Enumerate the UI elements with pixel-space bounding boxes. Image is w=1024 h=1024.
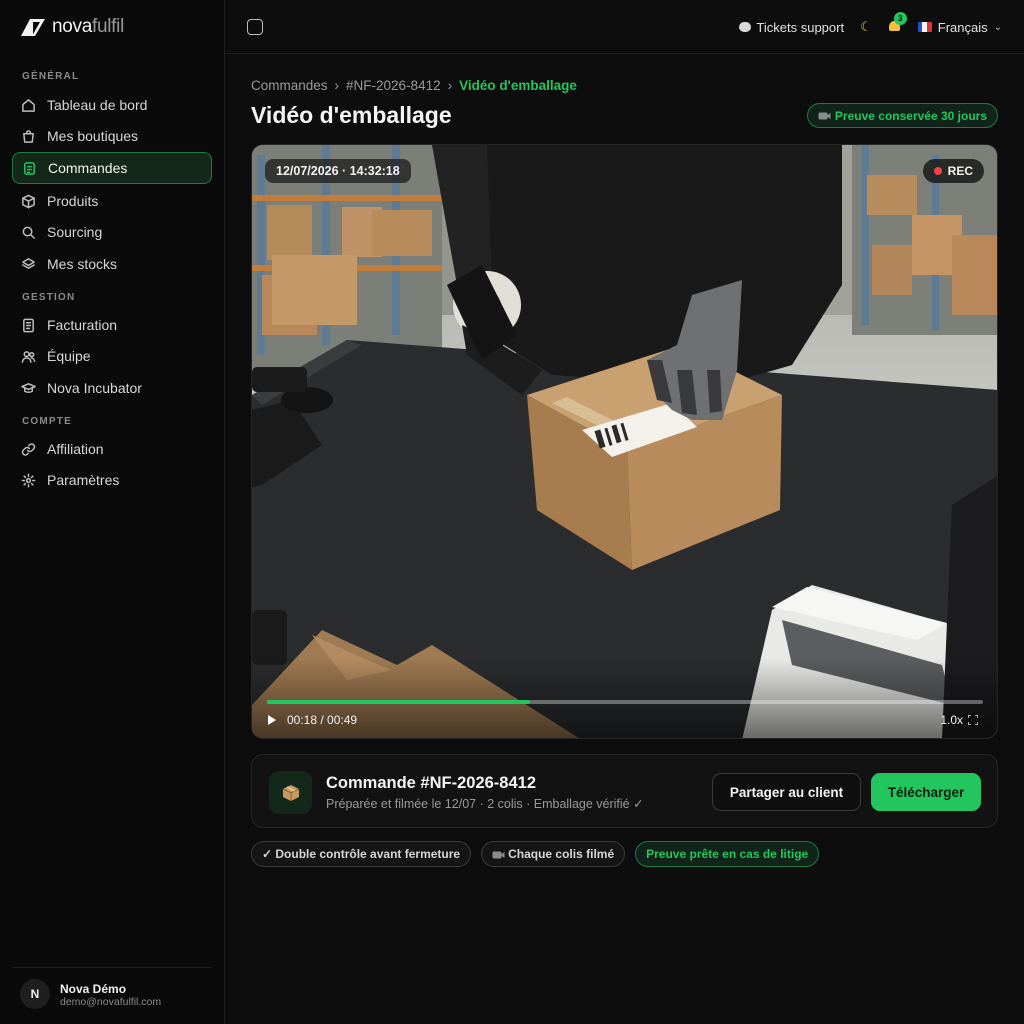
recording-indicator: REC bbox=[922, 159, 984, 183]
cube-icon bbox=[22, 194, 35, 208]
language-selector[interactable]: Français ⌄ bbox=[917, 19, 1002, 35]
clipboard-icon bbox=[24, 161, 35, 175]
logo-icon bbox=[21, 19, 45, 36]
gear-icon bbox=[21, 473, 36, 487]
layers-icon bbox=[22, 257, 35, 269]
record-dot-icon bbox=[933, 167, 942, 175]
packing-video-player[interactable]: 12/07/2026 · 14:32:18 REC 00:18 / 00:49 … bbox=[251, 144, 998, 739]
section-label-gestion: GESTION bbox=[22, 292, 76, 303]
chevron-down-icon: ⌄ bbox=[993, 21, 1002, 33]
breadcrumb-orders[interactable]: Commandes bbox=[251, 78, 328, 93]
video-progress-fill bbox=[267, 700, 530, 704]
breadcrumb-current: Vidéo d'emballage bbox=[459, 78, 577, 93]
proof-retention-label: Preuve conservée 30 jours bbox=[834, 108, 987, 123]
sidebar-item-label: Sourcing bbox=[47, 224, 103, 240]
french-flag-icon bbox=[917, 22, 932, 32]
home-icon bbox=[22, 98, 35, 112]
sidebar-item-stocks[interactable]: Mes stocks bbox=[12, 248, 212, 280]
sidebar-item-products[interactable]: Produits bbox=[12, 185, 212, 217]
video-timestamp: 12/07/2026 · 14:32:18 bbox=[265, 159, 411, 183]
sidebar-item-incubator[interactable]: Nova Incubator bbox=[12, 372, 212, 404]
user-name: Nova Démo bbox=[60, 982, 127, 996]
playback-speed[interactable]: 1.0x bbox=[940, 713, 963, 727]
graduation-cap-icon bbox=[21, 382, 36, 393]
sidebar-item-orders[interactable]: Commandes bbox=[12, 152, 212, 184]
sidebar-item-label: Produits bbox=[47, 193, 99, 209]
language-label: Français bbox=[937, 19, 988, 35]
topbar-actions: Tickets support ☾ 3 Français ⌄ bbox=[739, 0, 1002, 54]
sidebar-item-sourcing[interactable]: Sourcing bbox=[12, 216, 212, 248]
sidebar-item-label: Mes stocks bbox=[47, 256, 118, 272]
brand-logo[interactable]: novafulfil bbox=[20, 16, 124, 38]
sidebar-item-label: Facturation bbox=[47, 317, 118, 333]
recording-label: REC bbox=[947, 164, 973, 178]
sidebar-toggle-icon[interactable] bbox=[247, 19, 263, 35]
play-icon[interactable] bbox=[268, 715, 276, 725]
moon-icon[interactable]: ☾ bbox=[860, 19, 872, 35]
notification-badge: 3 bbox=[893, 12, 907, 25]
share-with-customer-button[interactable]: Partager au client bbox=[712, 773, 861, 811]
fullscreen-icon[interactable] bbox=[968, 715, 978, 725]
video-frame bbox=[252, 145, 997, 738]
download-button[interactable]: Télécharger bbox=[871, 773, 981, 811]
breadcrumb-separator: › bbox=[447, 78, 453, 93]
sidebar-item-billing[interactable]: Facturation bbox=[12, 309, 212, 341]
page-title: Vidéo d'emballage bbox=[251, 102, 452, 128]
sidebar-item-label: Affiliation bbox=[47, 441, 104, 457]
tag-double-check: ✓ Double contrôle avant fermeture bbox=[251, 841, 472, 867]
package-icon bbox=[269, 771, 312, 814]
sidebar-item-affiliation[interactable]: Affiliation bbox=[12, 433, 212, 465]
shopping-bag-icon bbox=[23, 129, 34, 143]
sidebar-item-label: Mes boutiques bbox=[47, 128, 139, 144]
avatar[interactable]: N bbox=[20, 979, 50, 1009]
order-title: Commande #NF-2026-8412 bbox=[326, 774, 537, 792]
sidebar-divider bbox=[12, 967, 212, 968]
chat-bubble-icon bbox=[739, 22, 752, 32]
order-summary-card: Commande #NF-2026-8412 Préparée et filmé… bbox=[251, 754, 998, 828]
breadcrumb: Commandes › #NF-2026-8412 › Vidéo d'emba… bbox=[251, 78, 577, 93]
camera-icon bbox=[492, 851, 505, 858]
users-icon bbox=[21, 350, 36, 363]
tickets-support-label: Tickets support bbox=[756, 19, 845, 35]
search-icon bbox=[22, 226, 35, 239]
link-icon bbox=[21, 442, 36, 456]
sidebar-item-label: Commandes bbox=[48, 160, 128, 176]
camera-icon bbox=[818, 112, 831, 120]
video-feature-tags: ✓ Double contrôle avant fermeture Chaque… bbox=[251, 841, 820, 867]
tag-dispute-proof: Preuve prête en cas de litige bbox=[635, 841, 820, 867]
breadcrumb-separator: › bbox=[334, 78, 340, 93]
section-label-general: GÉNÉRAL bbox=[22, 71, 80, 82]
invoice-icon bbox=[23, 318, 34, 332]
proof-retention-badge: Preuve conservée 30 jours bbox=[806, 103, 998, 128]
sidebar-item-label: Équipe bbox=[47, 348, 91, 364]
sidebar-item-settings[interactable]: Paramètres bbox=[12, 464, 212, 496]
sidebar-item-label: Paramètres bbox=[47, 472, 120, 488]
order-subtitle: Préparée et filmée le 12/07 · 2 colis · … bbox=[326, 797, 644, 811]
sidebar-item-team[interactable]: Équipe bbox=[12, 340, 212, 372]
sidebar-item-dashboard[interactable]: Tableau de bord bbox=[12, 89, 212, 121]
video-time: 00:18 / 00:49 bbox=[287, 713, 358, 727]
sidebar-item-label: Nova Incubator bbox=[47, 380, 142, 396]
sidebar: novafulfil GÉNÉRAL Tableau de bord Mes b… bbox=[0, 0, 225, 1024]
tickets-support-link[interactable]: Tickets support bbox=[739, 20, 844, 35]
controls-overlay bbox=[252, 658, 997, 738]
user-email: demo@novafulfil.com bbox=[60, 996, 162, 1008]
notifications-bell-icon[interactable]: 3 bbox=[888, 12, 907, 34]
section-label-compte: COMPTE bbox=[22, 416, 72, 427]
topbar: Tickets support ☾ 3 Français ⌄ bbox=[225, 0, 1024, 54]
sidebar-item-label: Tableau de bord bbox=[47, 97, 148, 113]
brand-name: novafulfil bbox=[52, 16, 125, 37]
tag-every-parcel-filmed: Chaque colis filmé bbox=[481, 841, 626, 867]
video-progress-bar[interactable] bbox=[267, 700, 983, 704]
breadcrumb-order-id[interactable]: #NF-2026-8412 bbox=[346, 78, 441, 93]
sidebar-item-shops[interactable]: Mes boutiques bbox=[12, 120, 212, 152]
